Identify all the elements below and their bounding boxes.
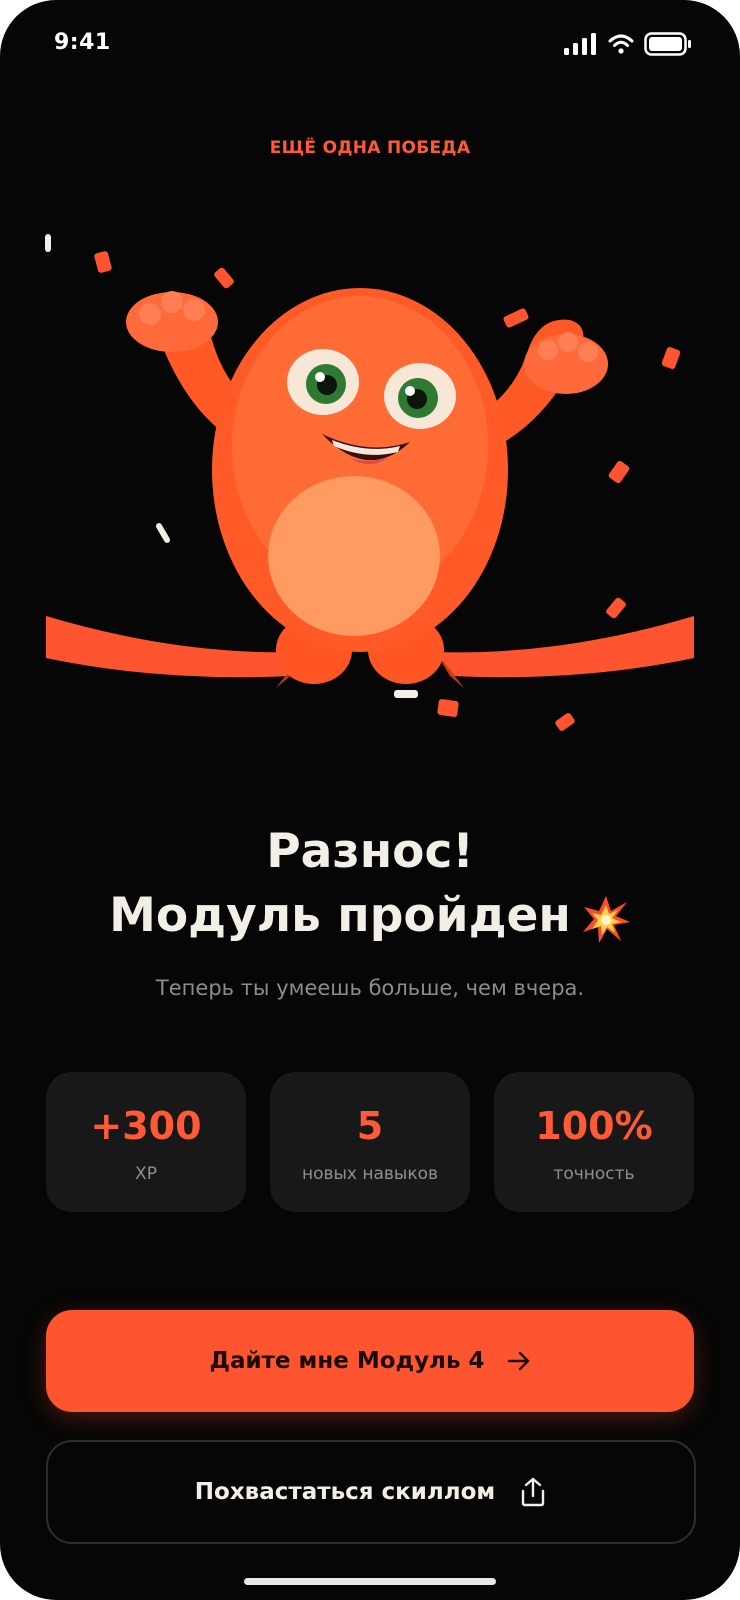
celebration-illustration: [45, 234, 694, 731]
finish-ribbon-right: [436, 616, 694, 678]
stat-value: 5: [356, 1104, 384, 1148]
mascot-monster: [126, 288, 608, 684]
share-icon: [521, 1477, 545, 1507]
next-module-button-label: Дайте мне Модуль 4: [209, 1348, 485, 1374]
status-icons: [564, 32, 692, 56]
confetti-piece: [661, 347, 681, 369]
stat-value: 100%: [535, 1104, 653, 1148]
confetti-piece: [45, 234, 51, 252]
confetti-piece: [608, 460, 630, 484]
subtitle: Теперь ты умеешь больше, чем вчера.: [155, 976, 585, 1000]
confetti-piece: [437, 699, 459, 717]
headline: Разнос! Модуль пройден: [0, 820, 740, 948]
headline-line-1: Разнос!: [266, 824, 474, 879]
wifi-icon: [608, 34, 634, 54]
stat-label: точность: [553, 1164, 635, 1184]
share-skill-button-label: Похвастаться скиллом: [194, 1479, 496, 1505]
explosion-icon: [582, 895, 630, 943]
stat-card-accuracy: 100% точность: [494, 1072, 694, 1212]
confetti-piece: [555, 713, 575, 731]
stat-label: XP: [135, 1164, 157, 1184]
home-indicator[interactable]: [244, 1578, 496, 1585]
confetti-piece: [214, 267, 234, 289]
confetti-piece: [394, 690, 418, 698]
next-module-button[interactable]: Дайте мне Модуль 4: [46, 1310, 694, 1412]
arrow-right-icon: [507, 1351, 529, 1371]
stat-value: +300: [90, 1104, 202, 1148]
kicker-label: ЕЩЁ ОДНА ПОБЕДА: [269, 138, 471, 158]
confetti-piece: [606, 597, 626, 619]
confetti-piece: [94, 251, 112, 273]
success-screen: 9:41 ЕЩЁ ОДНА ПОБЕДА Разнос! Модуль прой…: [0, 0, 740, 1600]
stat-card-skills: 5 новых навыков: [270, 1072, 470, 1212]
confetti-piece: [503, 308, 529, 328]
finish-ribbon-left: [46, 616, 304, 678]
confetti-piece: [156, 523, 170, 543]
stats-row: +300 XP 5 новых навыков 100% точность: [46, 1072, 694, 1212]
headline-line-2: Модуль пройден: [109, 888, 571, 943]
status-time: 9:41: [54, 30, 111, 55]
stat-card-xp: +300 XP: [46, 1072, 246, 1212]
stat-label: новых навыков: [301, 1164, 439, 1184]
share-skill-button[interactable]: Похвастаться скиллом: [46, 1440, 696, 1544]
battery-icon: [644, 32, 691, 56]
signal-icon: [564, 33, 596, 55]
